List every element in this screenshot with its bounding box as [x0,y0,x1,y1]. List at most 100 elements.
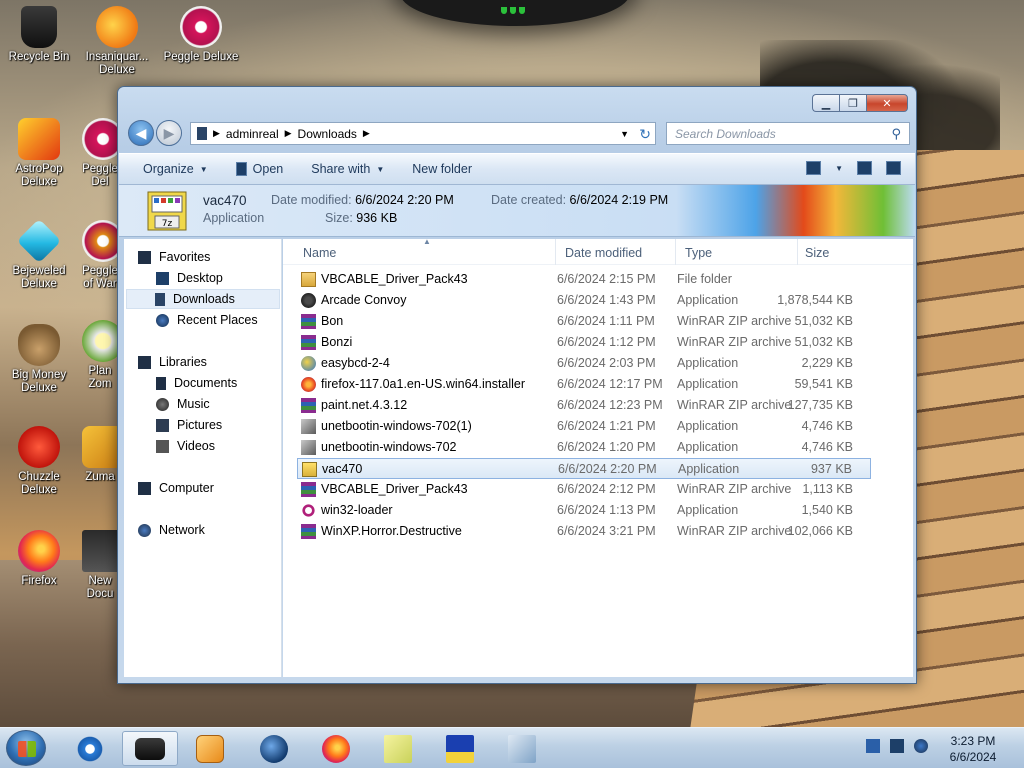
column-divider[interactable] [797,239,798,265]
minimize-button[interactable]: ▁ [812,94,839,112]
column-size[interactable]: Size [805,246,829,260]
table-row[interactable]: Arcade Convoy 6/6/2024 1:43 PM Applicati… [297,290,871,311]
column-name[interactable]: Name [303,246,336,260]
file-size: 51,032 KB [794,335,853,349]
search-input[interactable]: Search Downloads ⚲ [666,122,910,145]
file-date: 6/6/2024 1:13 PM [557,503,656,517]
column-type[interactable]: Type [685,246,712,260]
taskbar-internet-explorer[interactable] [62,731,118,766]
flower-icon [82,320,118,362]
table-row[interactable]: firefox-117.0a1.en-US.win64.installer 6/… [297,374,871,395]
maximize-button[interactable]: ❐ [839,94,866,112]
display-tray-icon[interactable] [890,739,904,753]
table-row[interactable]: unetbootin-windows-702 6/6/2024 1:20 PM … [297,437,871,458]
table-row[interactable]: paint.net.4.3.12 6/6/2024 12:23 PM WinRA… [297,395,871,416]
nav-network[interactable]: Network [138,520,205,540]
nav-label: Documents [174,376,238,390]
organize-button[interactable]: Organize ▼ [143,162,208,176]
file-size: 59,541 KB [794,377,853,391]
file-type: WinRAR ZIP archive [677,314,792,328]
nav-downloads[interactable]: Downloads [126,289,280,309]
nav-computer[interactable]: Computer [138,478,214,498]
firefox-icon [301,377,316,392]
help-icon[interactable] [886,161,901,175]
refresh-icon[interactable]: ↻ [639,126,651,143]
recycle-bin-icon [21,6,57,48]
system-clock[interactable]: 3:23 PM 6/6/2024 [938,733,1008,765]
desktop-icon-plants-vs-zombies[interactable]: Plan Zom [82,320,118,391]
file-name: unetbootin-windows-702(1) [321,419,472,433]
nav-documents[interactable]: Documents [156,373,237,393]
nav-videos[interactable]: Videos [156,436,215,456]
chevron-down-icon[interactable]: ▼ [835,164,843,173]
breadcrumb-downloads[interactable]: Downloads [298,127,357,141]
nav-music[interactable]: Music [156,394,210,414]
peggle-icon [82,220,118,262]
share-with-label: Share with [311,162,371,176]
svg-text:7z: 7z [162,219,173,229]
table-row[interactable]: VBCABLE_Driver_Pack43 6/6/2024 2:12 PM W… [297,479,871,500]
desktop-icon-new-document[interactable]: New Docu [82,530,118,601]
desktop-icon-peggle-nights[interactable]: Peggle of War [82,220,118,291]
desktop-icon-firefox[interactable]: Firefox [0,530,78,588]
search-icon[interactable]: ⚲ [891,126,901,142]
table-row[interactable]: VBCABLE_Driver_Pack43 6/6/2024 2:15 PM F… [297,269,871,290]
back-button[interactable]: ◀ [128,120,154,146]
resize-grip[interactable] [902,671,912,681]
open-button[interactable]: Open [235,162,283,176]
desktop-icon-peggle-deluxe[interactable]: Peggle Deluxe [162,6,240,64]
preview-pane-icon[interactable] [857,161,872,175]
table-row[interactable]: easybcd-2-4 6/6/2024 2:03 PM Application… [297,353,871,374]
desktop-icon-chuzzle[interactable]: Chuzzle Deluxe [0,426,78,497]
forward-button[interactable]: ▶ [156,120,182,146]
desktop-icon-peggle-2[interactable]: Peggle Del [82,118,118,189]
nav-label: Computer [159,481,214,495]
file-size: 51,032 KB [794,314,853,328]
desktop-icon-recycle-bin[interactable]: Recycle Bin [0,6,78,64]
file-name: VBCABLE_Driver_Pack43 [321,482,468,496]
pictures-icon [156,418,169,432]
taskbar-sticky-notes[interactable] [370,731,426,766]
taskbar-globe[interactable] [246,731,302,766]
breadcrumb-adminreal[interactable]: adminreal [226,127,279,141]
chevron-right-icon[interactable]: ▶ [363,128,370,139]
taskbar-app[interactable] [494,731,550,766]
table-row[interactable]: Bon 6/6/2024 1:11 PM WinRAR ZIP archive … [297,311,871,332]
file-type: Application [677,356,739,370]
nav-desktop[interactable]: Desktop [156,268,223,288]
taskbar-firefox[interactable] [308,731,364,766]
desktop-icon-insaniquarium[interactable]: Insaniquar... Deluxe [78,6,156,77]
new-folder-button[interactable]: New folder [412,162,472,176]
share-with-button[interactable]: Share with ▼ [311,162,384,176]
nav-libraries[interactable]: Libraries [138,352,207,372]
network-tray-icon[interactable] [866,739,880,753]
desktop-icon-big-money[interactable]: Big Money Deluxe [0,324,78,395]
table-row[interactable]: unetbootin-windows-702(1) 6/6/2024 1:21 … [297,416,871,437]
taskbar-explorer[interactable] [122,731,178,766]
close-button[interactable]: ✕ [866,94,908,112]
zip-icon [301,314,316,329]
address-bar[interactable]: ▶ adminreal ▶ Downloads ▶ ▼ ↻ [190,122,656,145]
taskbar-save-tool[interactable] [432,731,488,766]
nav-pictures[interactable]: Pictures [156,415,222,435]
start-button[interactable] [6,730,46,766]
table-row-selected[interactable]: vac470 6/6/2024 2:20 PM Application 937 … [297,458,871,479]
nav-recent-places[interactable]: Recent Places [156,310,258,330]
table-row[interactable]: WinXP.Horror.Destructive 6/6/2024 3:21 P… [297,521,871,542]
table-row[interactable]: Bonzi 6/6/2024 1:12 PM WinRAR ZIP archiv… [297,332,871,353]
column-divider[interactable] [555,239,556,265]
desktop-icon-astropop[interactable]: AstroPop Deluxe [0,118,78,189]
volume-tray-icon[interactable] [914,739,928,753]
table-row[interactable]: win32-loader 6/6/2024 1:13 PM Applicatio… [297,500,871,521]
file-date: 6/6/2024 1:21 PM [557,419,656,433]
change-view-icon[interactable] [806,161,822,175]
column-date-modified[interactable]: Date modified [565,246,642,260]
nav-favorites[interactable]: Favorites [138,247,210,267]
address-history-dropdown[interactable]: ▼ [620,129,629,139]
notification-area [866,739,928,753]
taskbar-media-player[interactable] [182,731,238,766]
column-divider[interactable] [675,239,676,265]
desktop-icon-bejeweled[interactable]: Bejeweled Deluxe [0,218,78,291]
file-date: 6/6/2024 2:20 PM [558,462,657,476]
desktop-icon-zuma[interactable]: Zuma [82,426,118,484]
